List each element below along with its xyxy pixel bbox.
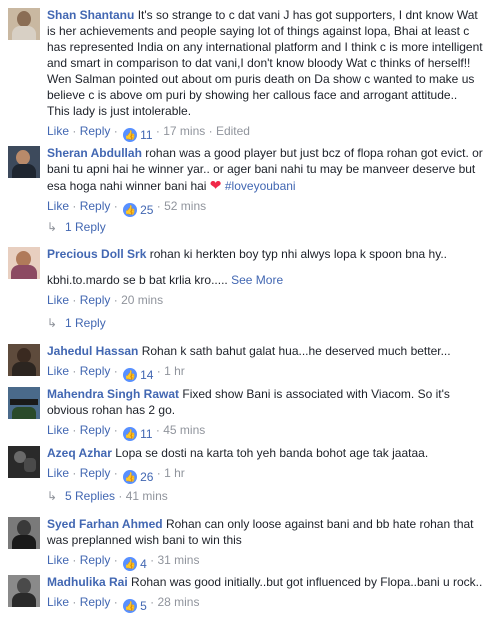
like-button[interactable]: Like bbox=[47, 466, 69, 480]
commenter-name[interactable]: Jahedul Hassan bbox=[47, 344, 138, 358]
like-button[interactable]: Like bbox=[47, 364, 69, 378]
comment-time[interactable]: 28 mins bbox=[157, 595, 199, 609]
comment-time[interactable]: 31 mins bbox=[157, 553, 199, 567]
reply-button[interactable]: Reply bbox=[80, 466, 111, 480]
comment-text: Lopa se dosti na karta toh yeh banda boh… bbox=[115, 446, 429, 460]
comment-text: rohan ki herkten boy typ nhi alwys lopa … bbox=[149, 247, 448, 261]
thumbs-up-icon: 👍 bbox=[123, 127, 138, 142]
reply-button[interactable]: Reply bbox=[80, 553, 111, 567]
comment-text: Rohan k sath bahut galat hua...he deserv… bbox=[141, 344, 451, 358]
reply-button[interactable]: Reply bbox=[80, 199, 111, 213]
heart-icon: ❤ bbox=[209, 177, 222, 193]
comment-item: Sheran Abdullah rohan was a good player … bbox=[8, 146, 483, 218]
reactions[interactable]: 👍 14 bbox=[123, 366, 153, 383]
comment-item: Mahendra Singh Rawat Fixed show Bani is … bbox=[8, 387, 483, 441]
comment-text-continued: kbhi.to.mardo se b bat krlia kro..... bbox=[47, 273, 228, 287]
hashtag-link[interactable]: #loveyoubani bbox=[225, 179, 296, 193]
avatar[interactable] bbox=[8, 247, 40, 279]
comment-time[interactable]: 20 mins bbox=[121, 293, 163, 307]
comment-meta: Like · Reply · 👍 11 · 45 mins bbox=[47, 423, 206, 442]
avatar[interactable] bbox=[8, 517, 40, 549]
thumbs-up-icon: 👍 bbox=[123, 367, 138, 382]
view-replies-link[interactable]: ↳ 5 Replies · 41 mins bbox=[47, 489, 168, 503]
reactions[interactable]: 👍 25 bbox=[123, 201, 153, 218]
thumbs-up-icon: 👍 bbox=[123, 202, 138, 217]
comment-meta: Like · Reply · 👍 26 · 1 hr bbox=[47, 466, 185, 485]
comment-item: Precious Doll Srk rohan ki herkten boy t… bbox=[8, 247, 483, 307]
replies-time: 41 mins bbox=[125, 489, 168, 503]
reaction-count: 11 bbox=[140, 426, 153, 441]
comment-item: Jahedul Hassan Rohan k sath bahut galat … bbox=[8, 344, 483, 383]
commenter-name[interactable]: Syed Farhan Ahmed bbox=[47, 517, 163, 531]
like-button[interactable]: Like bbox=[47, 124, 69, 138]
avatar[interactable] bbox=[8, 387, 40, 419]
edited-label[interactable]: Edited bbox=[216, 124, 250, 138]
comment-time[interactable]: 1 hr bbox=[164, 364, 185, 378]
commenter-name[interactable]: Shan Shantanu bbox=[47, 8, 134, 22]
comment-meta: Like · Reply · 👍 5 · 28 mins bbox=[47, 595, 200, 614]
reply-arrow-icon: ↳ bbox=[47, 220, 58, 234]
like-button[interactable]: Like bbox=[47, 293, 69, 307]
avatar[interactable] bbox=[8, 344, 40, 376]
reactions[interactable]: 👍 4 bbox=[123, 555, 147, 572]
reactions[interactable]: 👍 26 bbox=[123, 468, 153, 485]
commenter-name[interactable]: Precious Doll Srk bbox=[47, 247, 146, 261]
like-button[interactable]: Like bbox=[47, 423, 69, 437]
comment-time[interactable]: 1 hr bbox=[164, 466, 185, 480]
comment-meta: Like · Reply · 👍 14 · 1 hr bbox=[47, 364, 185, 383]
comment-item: Syed Farhan Ahmed Rohan can only loose a… bbox=[8, 517, 483, 571]
thumbs-up-icon: 👍 bbox=[123, 556, 138, 571]
comment-time[interactable]: 45 mins bbox=[163, 423, 205, 437]
thumbs-up-icon: 👍 bbox=[123, 598, 138, 613]
avatar[interactable] bbox=[8, 446, 40, 478]
comment-time[interactable]: 17 mins bbox=[163, 124, 205, 138]
like-button[interactable]: Like bbox=[47, 553, 69, 567]
commenter-name[interactable]: Mahendra Singh Rawat bbox=[47, 387, 179, 401]
avatar[interactable] bbox=[8, 575, 40, 607]
reply-button[interactable]: Reply bbox=[80, 293, 111, 307]
reaction-count: 4 bbox=[140, 556, 147, 571]
view-replies-link[interactable]: ↳ 1 Reply bbox=[47, 316, 106, 330]
reply-arrow-icon: ↳ bbox=[47, 489, 58, 503]
reaction-count: 11 bbox=[140, 127, 153, 142]
reply-arrow-icon: ↳ bbox=[47, 316, 58, 330]
thumbs-up-icon: 👍 bbox=[123, 469, 138, 484]
comment-item: Madhulika Rai Rohan was good initially..… bbox=[8, 575, 483, 625]
comment-time[interactable]: 52 mins bbox=[164, 199, 206, 213]
comment-text: Rohan was good initially..but got influe… bbox=[131, 575, 483, 589]
reactions[interactable]: 👍 11 bbox=[123, 425, 153, 442]
comment-item: Azeq Azhar Lopa se dosti na karta toh ye… bbox=[8, 446, 483, 484]
reaction-count: 14 bbox=[140, 367, 154, 382]
reactions[interactable]: 👍 5 bbox=[123, 597, 147, 614]
like-button[interactable]: Like bbox=[47, 595, 69, 609]
like-button[interactable]: Like bbox=[47, 199, 69, 213]
comment-item: Shan Shantanu It's so strange to c dat v… bbox=[8, 8, 483, 142]
comment-meta: Like · Reply · 👍 4 · 31 mins bbox=[47, 553, 200, 572]
thumbs-up-icon: 👍 bbox=[123, 426, 138, 441]
reaction-count: 25 bbox=[140, 202, 154, 217]
reply-button[interactable]: Reply bbox=[80, 423, 111, 437]
commenter-name[interactable]: Sheran Abdullah bbox=[47, 146, 142, 160]
avatar[interactable] bbox=[8, 8, 40, 40]
reply-button[interactable]: Reply bbox=[80, 124, 111, 138]
comment-text: It's so strange to c dat vani J has got … bbox=[47, 8, 483, 118]
reply-button[interactable]: Reply bbox=[80, 595, 111, 609]
commenter-name[interactable]: Madhulika Rai bbox=[47, 575, 128, 589]
reactions[interactable]: 👍 11 bbox=[123, 126, 153, 143]
comment-meta: Like · Reply · 20 mins bbox=[47, 293, 164, 307]
reaction-count: 5 bbox=[140, 598, 147, 613]
reaction-count: 26 bbox=[140, 469, 154, 484]
comment-meta: Like · Reply · 👍 25 · 52 mins bbox=[47, 199, 207, 218]
reply-button[interactable]: Reply bbox=[80, 364, 111, 378]
avatar[interactable] bbox=[8, 146, 40, 178]
view-replies-link[interactable]: ↳ 1 Reply bbox=[47, 220, 106, 234]
commenter-name[interactable]: Azeq Azhar bbox=[47, 446, 112, 460]
comment-meta: Like · Reply · 👍 11 · 17 mins · Edited bbox=[47, 124, 250, 143]
see-more-link[interactable]: See More bbox=[231, 273, 283, 287]
